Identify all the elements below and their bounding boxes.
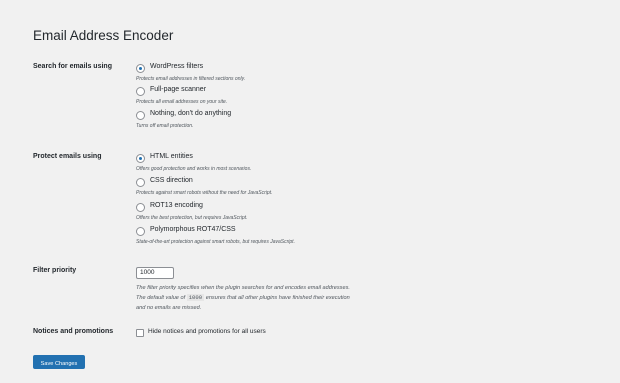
help-line-3: and no emails are missed. <box>136 305 202 311</box>
hide-notices-checkbox[interactable] <box>136 329 144 337</box>
option-label[interactable]: Nothing, don't do anything <box>150 110 231 117</box>
radio-rot13[interactable] <box>136 203 145 212</box>
option-description: Offers the best protection, but requires… <box>136 215 248 221</box>
option-label[interactable]: HTML entities <box>150 153 193 160</box>
option-label[interactable]: Polymorphous ROT47/CSS <box>150 226 236 233</box>
hide-notices-label[interactable]: Hide notices and promotions for all user… <box>148 328 266 335</box>
radio-nothing[interactable] <box>136 111 145 120</box>
save-changes-button[interactable]: Save Changes <box>33 355 85 369</box>
radio-full-page-scanner[interactable] <box>136 87 145 96</box>
radio-polymorphous[interactable] <box>136 227 145 236</box>
help-default-value-code: 1000 <box>186 294 205 301</box>
option-label[interactable]: Full-page scanner <box>150 86 206 93</box>
option-label[interactable]: WordPress filters <box>150 63 203 70</box>
option-description: Offers good protection and works in most… <box>136 166 252 172</box>
help-line-1: The filter priority specifies when the p… <box>136 285 350 291</box>
filter-priority-input[interactable] <box>136 267 174 279</box>
priority-help-text: The filter priority specifies when the p… <box>136 283 406 313</box>
option-description: Protects email addresses in filtered sec… <box>136 76 246 82</box>
radio-html-entities[interactable] <box>136 154 145 163</box>
option-description: Turns off email protection. <box>136 123 194 129</box>
option-description: Protects against smart robots without th… <box>136 190 273 196</box>
protect-section-label: Protect emails using <box>33 153 102 160</box>
settings-page: Email Address Encoder Search for emails … <box>10 10 610 373</box>
radio-wordpress-filters[interactable] <box>136 64 145 73</box>
help-line-2-post: ensures that all other plugins have fini… <box>205 295 350 301</box>
option-label[interactable]: CSS direction <box>150 177 193 184</box>
notices-section-label: Notices and promotions <box>33 328 114 335</box>
search-section-label: Search for emails using <box>33 63 112 70</box>
help-line-2-pre: The default value of <box>136 295 186 301</box>
option-description: State-of-the-art protection against smar… <box>136 239 295 245</box>
priority-section-label: Filter priority <box>33 267 77 274</box>
option-label[interactable]: ROT13 encoding <box>150 202 203 209</box>
radio-css-direction[interactable] <box>136 178 145 187</box>
page-title: Email Address Encoder <box>33 28 174 43</box>
option-description: Protects all email addresses on your sit… <box>136 99 228 105</box>
